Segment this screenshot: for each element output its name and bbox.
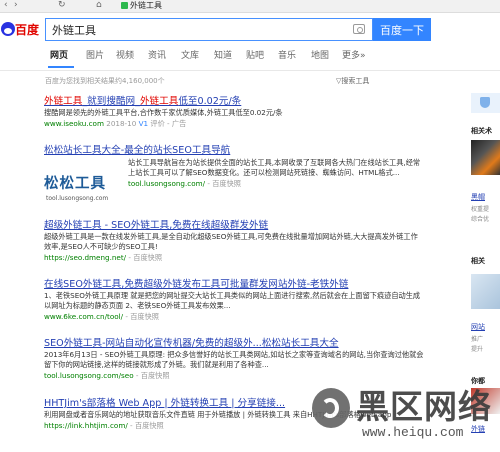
address-bar-text[interactable]: 外链工具 [130, 0, 162, 11]
logo-text: 百度 [15, 23, 40, 37]
baidu-logo[interactable]: 百度 [0, 17, 44, 41]
thumbnail-logo-text: 松松工具 [44, 175, 106, 192]
watermark-logo-icon [312, 388, 350, 428]
result-ad: 外链工具_就到搜酷网_外链工具低至0.02元/条 搜酷网是领先的外链工具平台,合… [44, 95, 424, 129]
verification-card[interactable] [471, 93, 500, 113]
search-tools-button[interactable]: ▽搜索工具 [336, 76, 369, 86]
related-link[interactable]: 黑帽 [471, 192, 485, 202]
result-body: 站长工具导航旨在为站长提供全面的站长工具,本网收录了互联网各大热门在线站长工具,… [128, 158, 422, 189]
tab-map[interactable]: 地图 [311, 48, 329, 64]
header-divider [0, 70, 500, 71]
result-item: 松松站长工具大全-最全的站长SEO工具导航 [44, 144, 424, 157]
related-heading: 相关术 [471, 127, 492, 135]
result-desc: 搜酷网是领先的外链工具平台,合作数千家优质媒体,外链工具低至0.02元/条 [44, 108, 283, 117]
active-tab-underline [48, 66, 74, 68]
result-url[interactable]: www.6ke.com.cn/tool/ [44, 312, 123, 321]
result-desc: 超级外链工具是一款在线发外链工具,是全自动化超级SEO外链工具,可免费在线批量增… [44, 232, 418, 251]
home-icon[interactable]: ⌂ [96, 0, 102, 11]
related-link[interactable]: 网站 [471, 322, 485, 332]
result-desc: 站长工具导航旨在为站长提供全面的站长工具,本网收录了互联网各大热门在线站长工具,… [128, 158, 421, 177]
tab-web[interactable]: 网页 [50, 48, 68, 64]
result-title[interactable]: 外链工具_就到搜酷网_外链工具低至0.02元/条 [44, 95, 424, 108]
result-desc: 1、老铁SEO外链工具原理 就是把您的网址提交大站长工具类似的网站上面进行搜索,… [44, 291, 421, 310]
watermark-text: 黑区网络 [356, 387, 492, 426]
green-shield-icon [121, 2, 128, 9]
result-extra: 评价 - 广告 [150, 119, 187, 128]
result-url-line: https://seo.dmeng.net/ - 百度快照 [44, 253, 163, 262]
search-box[interactable] [45, 18, 373, 41]
result-title[interactable]: 松松站长工具大全-最全的站长SEO工具导航 [44, 144, 424, 157]
snapshot-link[interactable]: 百度快照 [135, 421, 164, 430]
tab-wenku[interactable]: 文库 [181, 48, 199, 64]
back-icon[interactable]: ‹ [4, 0, 8, 11]
snapshot-link[interactable]: 百度快照 [212, 179, 241, 188]
site-watermark: 黑区网络 www.heiqu.com [312, 380, 500, 452]
result-item: SEO外链工具-网站自动化宣传机器/免费的超级外...松松站长工具大全 2013… [44, 337, 424, 381]
snapshot-link[interactable]: 百度快照 [130, 312, 159, 321]
watermark-url: www.heiqu.com [362, 425, 464, 440]
result-item: 超级外链工具 - SEO外链工具,免费在线超级群发外链 超级外链工具是一款在线发… [44, 219, 424, 263]
result-title[interactable]: 在线SEO外链工具,免费超级外链发布工具可批量群发网站外链-老铁外链 [44, 278, 424, 291]
paw-icon [1, 22, 15, 36]
tab-tieba[interactable]: 贴吧 [246, 48, 264, 64]
camera-icon[interactable] [353, 24, 365, 34]
search-input[interactable] [46, 19, 348, 41]
tab-video[interactable]: 视频 [116, 48, 134, 64]
result-title[interactable]: SEO外链工具-网站自动化宣传机器/免费的超级外...松松站长工具大全 [44, 337, 424, 350]
result-date: 2018-10 [106, 119, 137, 128]
tab-music[interactable]: 音乐 [278, 48, 296, 64]
search-tools-label: 搜索工具 [341, 77, 370, 85]
result-count: 百度为您找到相关结果约4,160,000个 [45, 77, 165, 85]
shield-icon [480, 97, 490, 108]
browser-toolbar: ‹ › ↻ ⌂ 外链工具 [0, 0, 500, 13]
tab-images[interactable]: 图片 [86, 48, 104, 64]
result-url[interactable]: www.iseoku.com [44, 119, 104, 128]
related-image[interactable] [471, 140, 500, 175]
tab-news[interactable]: 资讯 [148, 48, 166, 64]
forward-icon[interactable]: › [14, 0, 18, 11]
related-desc: 推广 [471, 336, 484, 343]
thumbnail-logo-url: tool.lusongsong.com [46, 195, 109, 202]
tab-zhidao[interactable]: 知道 [214, 48, 232, 64]
result-url-line: tool.lusongsong.com/ - 百度快照 [128, 179, 241, 188]
related-image[interactable] [471, 274, 500, 309]
result-url[interactable]: tool.lusongsong.com/seo [44, 371, 134, 380]
search-button[interactable]: 百度一下 [373, 18, 431, 41]
result-url-line: www.6ke.com.cn/tool/ - 百度快照 [44, 312, 159, 321]
tab-more[interactable]: 更多» [342, 48, 366, 64]
v1-badge[interactable]: V1 [139, 119, 149, 128]
related-desc: 提升 [471, 346, 484, 353]
related-desc: 权重提 [471, 206, 490, 213]
snapshot-link[interactable]: 百度快照 [141, 371, 170, 380]
result-thumbnail[interactable]: 松松工具 tool.lusongsong.com [44, 162, 122, 212]
result-url-line: www.iseoku.com 2018-10 V1 评价 - 广告 [44, 118, 424, 129]
result-url[interactable]: https://link.hhtjim.com/ [44, 421, 128, 430]
result-desc: 2013年6月13日 - SEO外链工具原理: 把众多信誉好的站长工具类网站,如… [44, 350, 424, 369]
related-heading: 相关 [471, 257, 485, 265]
snapshot-link[interactable]: 百度快照 [133, 253, 162, 262]
result-url[interactable]: https://seo.dmeng.net/ [44, 253, 126, 262]
result-url[interactable]: tool.lusongsong.com/ [128, 179, 205, 188]
related-desc: 综合优 [471, 216, 490, 223]
result-item: 在线SEO外链工具,免费超级外链发布工具可批量群发网站外链-老铁外链 1、老铁S… [44, 278, 424, 322]
result-title[interactable]: 超级外链工具 - SEO外链工具,免费在线超级群发外链 [44, 219, 424, 232]
refresh-icon[interactable]: ↻ [58, 0, 66, 11]
